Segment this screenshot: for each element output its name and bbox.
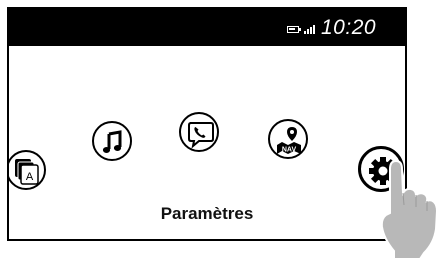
display-screen: 10:20 A NAV Paramètres	[7, 7, 407, 241]
music-note-icon	[102, 130, 122, 153]
status-time: 10:20	[321, 16, 377, 39]
battery-icon	[287, 26, 301, 33]
apps-button[interactable]: A	[9, 150, 46, 190]
apps-icon: A	[15, 159, 39, 185]
navigation-button[interactable]: NAV	[268, 119, 308, 159]
apps-badge: A	[26, 171, 34, 183]
nav-map-icon: NAV	[277, 127, 301, 154]
pointing-hand-icon	[380, 159, 439, 259]
phone-button[interactable]	[179, 112, 219, 152]
music-button[interactable]	[92, 121, 132, 161]
nav-badge: NAV	[282, 147, 297, 154]
phone-icon	[188, 122, 214, 149]
selected-item-label: Paramètres	[160, 204, 254, 223]
signal-icon	[304, 24, 318, 34]
status-bar: 10:20	[9, 9, 405, 46]
